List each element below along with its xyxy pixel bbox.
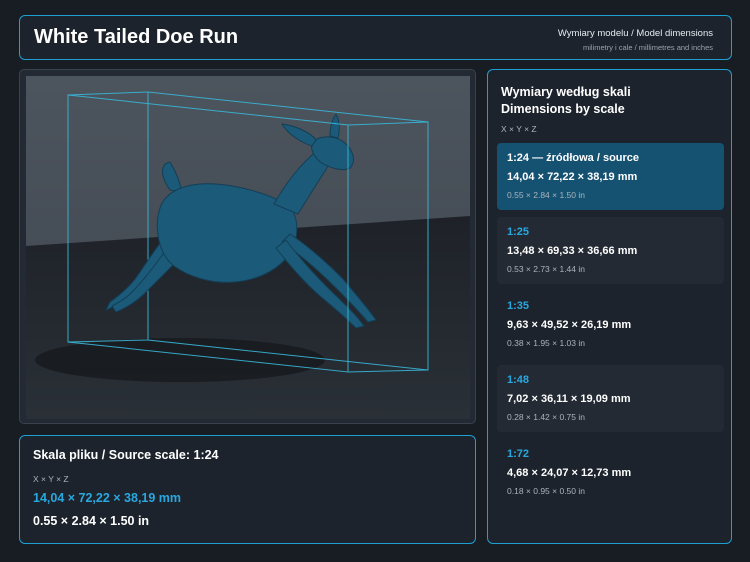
source-scale-panel: Skala pliku / Source scale: 1:24 X × Y ×… (19, 435, 476, 544)
scale-label: 1:24 — źródłowa / source (507, 152, 640, 164)
scale-mm: 13,48 × 69,33 × 36,66 mm (507, 245, 638, 257)
header-subtitle: Wymiary modelu / Model dimensions (557, 28, 713, 39)
scale-card-1-25[interactable]: 1:25 13,48 × 69,33 × 36,66 mm 0.53 × 2.7… (497, 217, 724, 284)
scale-label: 1:35 (507, 300, 530, 312)
scale-label: 1:72 (507, 448, 530, 460)
scales-panel-axes: X × Y × Z (501, 124, 537, 134)
scales-panel: Wymiary według skali Dimensions by scale… (487, 69, 732, 544)
scale-inches: 0.28 × 1.42 × 0.75 in (507, 412, 585, 422)
scale-mm: 14,04 × 72,22 × 38,19 mm (507, 171, 638, 183)
scales-panel-title-line1: Wymiary według skali (501, 85, 631, 99)
viewport-scene (26, 76, 470, 419)
page-title: White Tailed Doe Run (34, 26, 239, 48)
scale-mm: 4,68 × 24,07 × 12,73 mm (507, 467, 632, 479)
scales-panel-title: Wymiary według skali Dimensions by scale (501, 84, 721, 118)
header-bar: White Tailed Doe Run Wymiary modelu / Mo… (19, 15, 732, 60)
scale-card-1-72[interactable]: 1:72 4,68 × 24,07 × 12,73 mm 0.18 × 0.95… (497, 439, 724, 506)
scale-label: 1:48 (507, 374, 530, 386)
source-scale-axes: X × Y × Z (33, 474, 69, 484)
scale-inches: 0.38 × 1.95 × 1.03 in (507, 338, 585, 348)
scale-inches: 0.53 × 2.73 × 1.44 in (507, 264, 585, 274)
scale-inches: 0.55 × 2.84 × 1.50 in (507, 190, 585, 200)
scales-panel-title-line2: Dimensions by scale (501, 102, 625, 116)
scale-card-1-35[interactable]: 1:35 9,63 × 49,52 × 26,19 mm 0.38 × 1.95… (497, 291, 724, 358)
model-shadow (35, 338, 325, 382)
source-scale-inches: 0.55 × 2.84 × 1.50 in (33, 514, 150, 528)
scale-mm: 7,02 × 36,11 × 19,09 mm (507, 393, 631, 405)
scale-card-1-24[interactable]: 1:24 — źródłowa / source 14,04 × 72,22 ×… (497, 143, 724, 210)
scale-inches: 0.18 × 0.95 × 0.50 in (507, 486, 585, 496)
source-scale-title: Skala pliku / Source scale: 1:24 (33, 448, 219, 462)
model-viewport[interactable] (19, 69, 476, 424)
header-caption: milimetry i cale / millimetres and inche… (582, 43, 713, 52)
source-scale-mm: 14,04 × 72,22 × 38,19 mm (33, 491, 182, 505)
scale-card-1-48[interactable]: 1:48 7,02 × 36,11 × 19,09 mm 0.28 × 1.42… (497, 365, 724, 432)
scale-mm: 9,63 × 49,52 × 26,19 mm (507, 319, 632, 331)
scale-label: 1:25 (507, 226, 530, 238)
